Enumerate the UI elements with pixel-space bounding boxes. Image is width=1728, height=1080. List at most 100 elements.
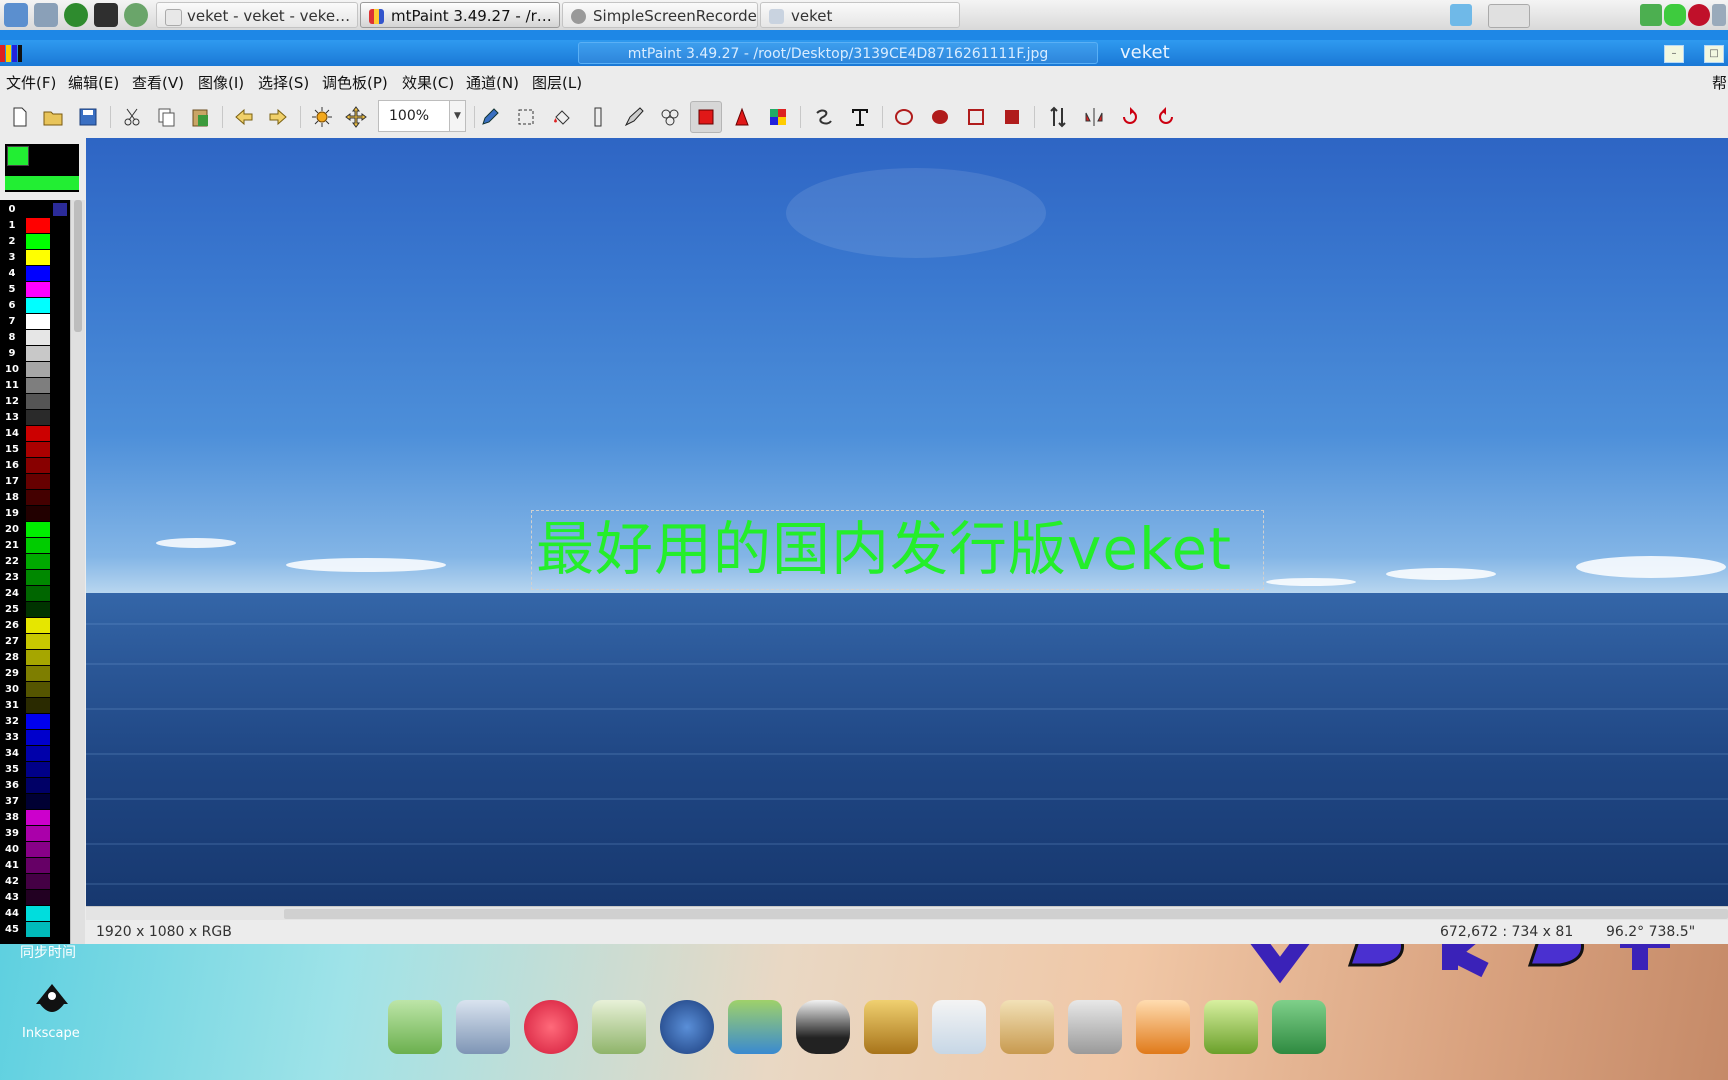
- file-manager-icon[interactable]: [388, 1000, 442, 1054]
- volume-icon[interactable]: [1712, 4, 1726, 26]
- clone-icon[interactable]: [658, 105, 682, 129]
- maximize-button[interactable]: □: [1704, 45, 1724, 63]
- pan-icon[interactable]: [344, 105, 368, 129]
- palette-swatch[interactable]: [26, 682, 50, 697]
- palette-swatch[interactable]: [26, 330, 50, 345]
- palette-entry[interactable]: 29: [0, 666, 70, 682]
- text-icon[interactable]: [848, 105, 872, 129]
- select-icon[interactable]: [514, 105, 538, 129]
- palette-entry[interactable]: 33: [0, 730, 70, 746]
- gear-icon[interactable]: [34, 3, 58, 27]
- undo-icon[interactable]: [232, 105, 256, 129]
- palette-entry[interactable]: 40: [0, 842, 70, 858]
- play-icon[interactable]: [64, 3, 88, 27]
- menu-channels[interactable]: 通道(N): [466, 72, 519, 93]
- task-screenrecorder[interactable]: SimpleScreenRecorder: [562, 2, 758, 28]
- zoom-dropdown-button[interactable]: ▼: [450, 100, 466, 132]
- palette-entry[interactable]: 38: [0, 810, 70, 826]
- line-icon[interactable]: [586, 105, 610, 129]
- menu-effects[interactable]: 效果(C): [402, 72, 454, 93]
- palette-swatch[interactable]: [26, 842, 50, 857]
- palette-swatch[interactable]: [26, 570, 50, 585]
- palette-swatch[interactable]: [26, 266, 50, 281]
- palette-swatch[interactable]: [26, 874, 50, 889]
- menu-edit[interactable]: 编辑(E): [68, 72, 119, 93]
- inkscape-icon[interactable]: [32, 982, 72, 1022]
- palette-entry[interactable]: 41: [0, 858, 70, 874]
- palette-entry[interactable]: 23: [0, 570, 70, 586]
- palette-swatch[interactable]: [26, 586, 50, 601]
- workspace-switcher[interactable]: [1488, 4, 1530, 28]
- lasso-icon[interactable]: [730, 105, 754, 129]
- palette-swatch[interactable]: [26, 282, 50, 297]
- palette-entry[interactable]: 24: [0, 586, 70, 602]
- brightness-icon[interactable]: [310, 105, 334, 129]
- palette-editor-icon[interactable]: [766, 105, 790, 129]
- palette-entry[interactable]: 14: [0, 426, 70, 442]
- palette-entry[interactable]: 30: [0, 682, 70, 698]
- rect-fill-icon[interactable]: [1000, 105, 1024, 129]
- minimize-button[interactable]: –: [1664, 45, 1684, 63]
- palette-entry[interactable]: 31: [0, 698, 70, 714]
- palette-entry[interactable]: 4: [0, 266, 70, 282]
- hedgehog-icon[interactable]: [524, 1000, 578, 1054]
- palette-swatch[interactable]: [26, 810, 50, 825]
- camera-icon[interactable]: [1272, 1000, 1326, 1054]
- inkscape-label[interactable]: Inkscape: [22, 1026, 80, 1041]
- palette-swatch[interactable]: [26, 906, 50, 921]
- palette-swatch[interactable]: [26, 794, 50, 809]
- palette-swatch[interactable]: [26, 714, 50, 729]
- palette-entry[interactable]: 22: [0, 554, 70, 570]
- palette-swatch[interactable]: [26, 490, 50, 505]
- flip-h-icon[interactable]: [1082, 105, 1106, 129]
- globe-icon[interactable]: [124, 3, 148, 27]
- palette-swatch[interactable]: [26, 394, 50, 409]
- zoom-input[interactable]: 100%: [378, 100, 450, 132]
- brush-icon[interactable]: [622, 105, 646, 129]
- image-canvas[interactable]: 最好用的国内发行版veket: [86, 138, 1728, 906]
- usb-icon[interactable]: [1068, 1000, 1122, 1054]
- cut-icon[interactable]: [120, 105, 144, 129]
- palette-entry[interactable]: 44: [0, 906, 70, 922]
- foreground-swatch[interactable]: [7, 146, 29, 166]
- menu-layers[interactable]: 图层(L): [532, 72, 582, 93]
- palette-swatch[interactable]: [26, 826, 50, 841]
- menu-help[interactable]: 帮: [1712, 72, 1727, 93]
- palette-entry[interactable]: 7: [0, 314, 70, 330]
- palette-swatch[interactable]: [26, 362, 50, 377]
- palette-swatch[interactable]: [26, 442, 50, 457]
- palette-entry[interactable]: 27: [0, 634, 70, 650]
- rect-select-icon[interactable]: [690, 101, 722, 133]
- palette-entry[interactable]: 36: [0, 778, 70, 794]
- palette-swatch[interactable]: [26, 634, 50, 649]
- new-icon[interactable]: [8, 105, 32, 129]
- palette-list[interactable]: 0 1 2 3 4 5 6 7 8 9 10 11 12 13 14 15 16 17 18 19 20 21 22 23 24…: [0, 200, 70, 944]
- palette-swatch[interactable]: [26, 298, 50, 313]
- palette-entry[interactable]: 18: [0, 490, 70, 506]
- palette-swatch[interactable]: [26, 426, 50, 441]
- palette-entry[interactable]: 2: [0, 234, 70, 250]
- palette-entry[interactable]: 26: [0, 618, 70, 634]
- open-icon[interactable]: [41, 105, 65, 129]
- paint-icon[interactable]: [1000, 1000, 1054, 1054]
- palette-swatch[interactable]: [26, 458, 50, 473]
- menu-select[interactable]: 选择(S): [258, 72, 309, 93]
- palette-swatch[interactable]: [26, 234, 50, 249]
- palette-swatch[interactable]: [26, 202, 50, 217]
- horizontal-scroll-thumb[interactable]: [284, 909, 1728, 919]
- notebook-icon[interactable]: [864, 1000, 918, 1054]
- palette-entry[interactable]: 6: [0, 298, 70, 314]
- palette-entry[interactable]: 39: [0, 826, 70, 842]
- palette-entry[interactable]: 15: [0, 442, 70, 458]
- veket-mascot-icon[interactable]: [1136, 1000, 1190, 1054]
- editor-icon[interactable]: [592, 1000, 646, 1054]
- rotate-cw-icon[interactable]: [1118, 105, 1142, 129]
- palette-swatch[interactable]: [26, 762, 50, 777]
- flip-v-icon[interactable]: [1046, 105, 1070, 129]
- palette-entry[interactable]: 37: [0, 794, 70, 810]
- redo-icon[interactable]: [266, 105, 290, 129]
- palette-swatch[interactable]: [26, 506, 50, 521]
- copy-icon[interactable]: [154, 105, 178, 129]
- battery-icon[interactable]: [1664, 4, 1686, 26]
- rotate-ccw-icon[interactable]: [1154, 105, 1178, 129]
